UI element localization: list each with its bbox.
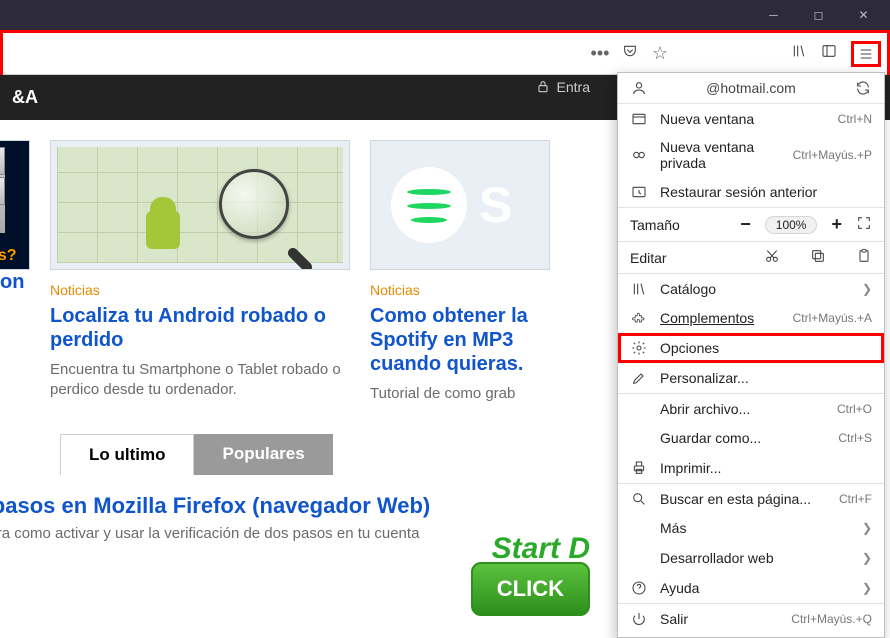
cut-icon[interactable] (764, 248, 780, 267)
zoom-in-button[interactable]: + (831, 214, 842, 235)
printer-icon (630, 460, 648, 476)
mask-icon (630, 147, 648, 163)
copy-icon[interactable] (810, 248, 826, 267)
browser-toolbar: ••• ☆ (3, 33, 887, 75)
menu-options[interactable]: Opciones (618, 333, 884, 363)
sidebar-icon[interactable] (821, 43, 837, 64)
menu-more[interactable]: Más ❯ (618, 513, 884, 543)
article-link-0[interactable]: kemon (0, 270, 30, 294)
gear-icon (630, 340, 648, 356)
zoom-value[interactable]: 100% (765, 216, 818, 234)
library-icon[interactable] (791, 43, 807, 64)
promo-heading: Start D (492, 532, 590, 566)
pocket-icon[interactable] (619, 43, 641, 64)
chevron-right-icon: ❯ (862, 581, 872, 595)
menu-exit[interactable]: Salir Ctrl+Mayús.+Q (618, 603, 884, 633)
magnifier-icon (219, 169, 309, 259)
section-desc: nuestra como activar y usar la verificac… (0, 525, 480, 542)
sync-icon[interactable] (854, 80, 872, 96)
spotify-icon (391, 167, 467, 243)
bookmark-star-icon[interactable]: ☆ (649, 43, 671, 64)
app-menu-panel: @hotmail.com Nueva ventana Ctrl+N Nueva … (617, 72, 885, 638)
menu-new-private-window[interactable]: Nueva ventana privada Ctrl+Mayús.+P (618, 133, 884, 177)
window-maximize-button[interactable]: ◻ (796, 0, 841, 30)
tab-latest[interactable]: Lo ultimo (60, 434, 194, 475)
app-menu-button[interactable] (851, 41, 881, 67)
article-desc-1: Encuentra tu Smartphone o Tablet robado … (50, 360, 350, 399)
article-link-1[interactable]: Localiza tu Android robado o perdido (50, 304, 350, 352)
fullscreen-icon[interactable] (856, 215, 872, 234)
login-link[interactable]: Entra (535, 79, 590, 95)
menu-edit-row: Editar (618, 241, 884, 273)
chevron-right-icon: ❯ (862, 521, 872, 535)
android-icon (146, 211, 180, 249)
menu-print[interactable]: Imprimir... (618, 453, 884, 483)
help-icon (630, 580, 648, 596)
account-avatar-icon (630, 80, 648, 96)
paste-icon[interactable] (856, 248, 872, 267)
category-label-2: Noticias (370, 282, 550, 298)
window-close-button[interactable]: ✕ (841, 0, 886, 30)
menu-open-file[interactable]: Abrir archivo... Ctrl+O (618, 393, 884, 423)
account-email[interactable]: @hotmail.com (660, 80, 842, 96)
article-link-2[interactable]: Como obtener la Spotify en MP3 cuando qu… (370, 304, 550, 376)
article-desc-2: Tutorial de como grab (370, 384, 550, 404)
page-actions-icon[interactable]: ••• (589, 43, 611, 64)
power-icon (630, 611, 648, 627)
menu-save-as[interactable]: Guardar como... Ctrl+S (618, 423, 884, 453)
tab-popular[interactable]: Populares (194, 434, 332, 475)
brush-icon (630, 370, 648, 386)
menu-customize[interactable]: Personalizar... (618, 363, 884, 393)
server-illustration (0, 147, 5, 233)
edit-label: Editar (630, 250, 752, 266)
promo-click-button[interactable]: CLICK (471, 562, 590, 616)
spotify-letter: S (479, 176, 512, 234)
restore-icon (630, 184, 648, 200)
zoom-label: Tamaño (630, 217, 728, 233)
menu-web-developer[interactable]: Desarrollador web ❯ (618, 543, 884, 573)
menu-new-window[interactable]: Nueva ventana Ctrl+N (618, 103, 884, 133)
library-menu-icon (630, 281, 648, 297)
puzzle-icon (630, 310, 648, 326)
chevron-right-icon: ❯ (862, 282, 872, 296)
search-icon (630, 491, 648, 507)
category-label-1: Noticias (50, 282, 350, 298)
menu-help[interactable]: Ayuda ❯ (618, 573, 884, 603)
menu-restore-session[interactable]: Restaurar sesión anterior (618, 177, 884, 207)
menu-find[interactable]: Buscar en esta página... Ctrl+F (618, 483, 884, 513)
site-brand: &A (12, 87, 38, 108)
menu-zoom-row: Tamaño − 100% + (618, 207, 884, 241)
window-minimize-button[interactable]: ─ (751, 0, 796, 30)
menu-addons[interactable]: Complementos Ctrl+Mayús.+A (618, 303, 884, 333)
zoom-out-button[interactable]: − (740, 214, 751, 235)
login-label: Entra (557, 79, 590, 95)
menu-library[interactable]: Catálogo ❯ (618, 273, 884, 303)
caidos-text: aidos? (0, 247, 17, 265)
window-icon (630, 111, 648, 127)
chevron-right-icon: ❯ (862, 551, 872, 565)
